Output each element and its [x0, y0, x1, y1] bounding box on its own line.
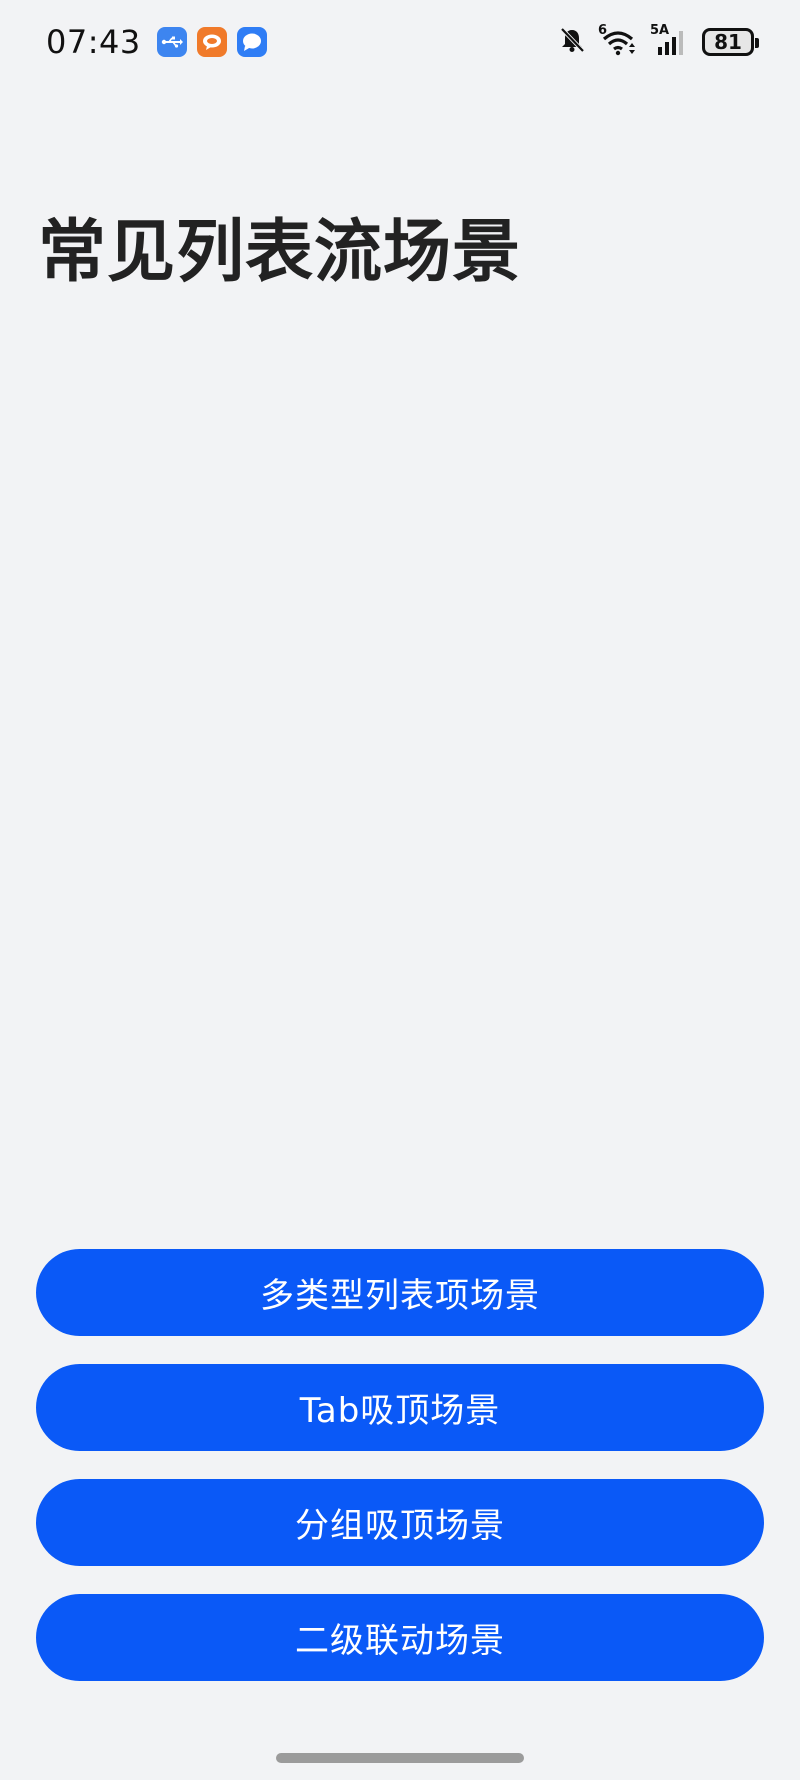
tab-sticky-button[interactable]: Tab吸顶场景 — [36, 1364, 764, 1451]
home-indicator[interactable] — [276, 1753, 524, 1763]
cascade-linkage-button[interactable]: 二级联动场景 — [36, 1594, 764, 1681]
usb-icon — [156, 27, 187, 57]
status-left: 07:43 — [46, 23, 267, 61]
mute-bell-icon — [558, 26, 586, 58]
status-bar: 07:43 6 5A 81 — [0, 0, 800, 84]
cloud-chat-icon — [196, 27, 227, 57]
status-time: 07:43 — [46, 23, 141, 61]
group-sticky-button[interactable]: 分组吸顶场景 — [36, 1479, 764, 1566]
wifi-icon: 6 — [598, 23, 638, 57]
scene-button-group: 多类型列表项场景 Tab吸顶场景 分组吸顶场景 二级联动场景 — [36, 1249, 764, 1681]
message-icon — [236, 27, 267, 57]
battery-level: 81 — [714, 30, 742, 54]
battery-icon: 81 — [702, 28, 759, 56]
cellular-signal-icon: 5A — [650, 23, 690, 57]
app-screen: 07:43 6 5A 81 常见列表流场景 多类型列表项场景 Tab吸顶场景 分… — [0, 0, 800, 1780]
multi-type-list-button[interactable]: 多类型列表项场景 — [36, 1249, 764, 1336]
page-title: 常见列表流场景 — [38, 213, 522, 292]
status-right: 6 5A 81 — [558, 23, 759, 58]
